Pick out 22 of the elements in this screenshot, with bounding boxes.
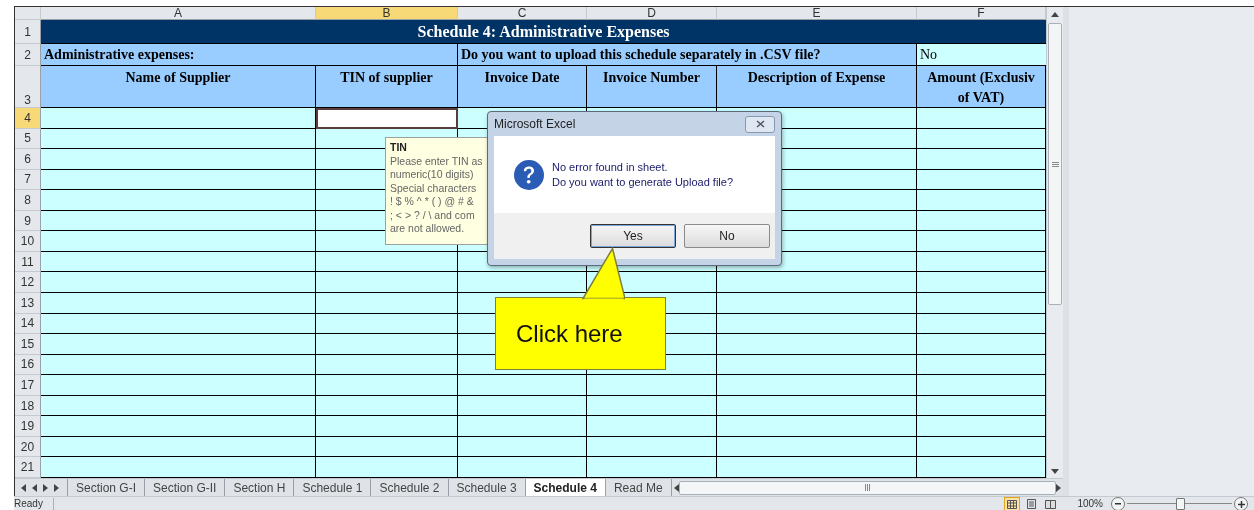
column-heading: Name of Supplier bbox=[41, 66, 316, 108]
dialog-message: Do you want to generate Upload file? bbox=[552, 174, 733, 190]
tooltip-text: numeric(10 digits) bbox=[390, 168, 475, 182]
tooltip-text: are not allowed. bbox=[390, 222, 466, 236]
column-heading: Invoice Number bbox=[587, 66, 717, 108]
column-heading: TIN of supplier bbox=[316, 66, 458, 108]
tooltip-title: TIN bbox=[390, 141, 408, 155]
column-heading: Invoice Date bbox=[458, 66, 587, 108]
tooltip-text: ! $ % ^ * ( ) @ # & bbox=[390, 195, 475, 209]
status-text: Ready bbox=[14, 498, 54, 510]
tooltip-text: ; < > ? / \ and com bbox=[390, 208, 476, 222]
callout-text: Click here bbox=[516, 319, 623, 348]
upload-question: Do you want to upload this schedule separately in .CSV file? bbox=[458, 44, 917, 66]
section-label: Administrative expenses: bbox=[41, 44, 458, 66]
zoom-level: 100% bbox=[1077, 498, 1103, 510]
sheet-title: Schedule 4: Administrative Expenses bbox=[41, 20, 1046, 44]
column-heading: Description of Expense bbox=[717, 66, 917, 108]
column-heading: Amount (Exclusiv of VAT) bbox=[917, 66, 1046, 108]
dialog-title: Microsoft Excel bbox=[494, 117, 576, 131]
dialog-message: No error found in sheet. bbox=[552, 159, 669, 175]
tooltip-text: Please enter TIN as bbox=[390, 154, 484, 168]
tooltip-text: Special characters bbox=[390, 181, 478, 195]
